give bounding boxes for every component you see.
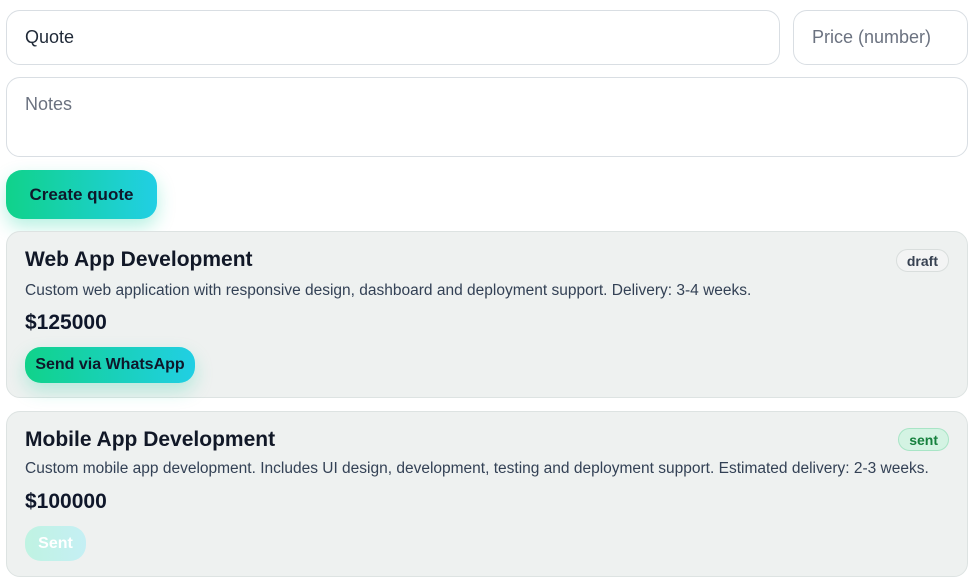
quote-title: Mobile App Development: [25, 428, 276, 451]
notes-placeholder: Notes: [25, 94, 73, 114]
status-badge: sent: [898, 428, 949, 451]
sent-label: Sent: [38, 534, 73, 552]
quote-card: Web App Development draft Custom web app…: [6, 231, 968, 398]
status-badge: draft: [895, 249, 949, 272]
quote-price: $100000: [25, 490, 107, 513]
quote-card: Mobile App Development sent Custom mobil…: [6, 411, 968, 577]
quote-price: $125000: [25, 311, 107, 334]
price-placeholder: Price (number): [812, 27, 932, 47]
quote-title-input[interactable]: Quote: [6, 10, 780, 65]
create-quote-label: Create quote: [29, 184, 134, 204]
quote-title: Web App Development: [25, 248, 253, 271]
price-input[interactable]: Price (number): [793, 10, 968, 65]
send-whatsapp-button[interactable]: Send via WhatsApp: [25, 347, 195, 383]
quote-description: Custom web application with responsive d…: [25, 282, 752, 299]
quote-title-value: Quote: [25, 27, 75, 47]
notes-textarea[interactable]: Notes: [6, 77, 968, 157]
sent-button[interactable]: Sent: [25, 526, 86, 561]
send-whatsapp-label: Send via WhatsApp: [35, 356, 185, 373]
quote-description: Custom mobile app development. Includes …: [25, 460, 929, 477]
create-quote-button[interactable]: Create quote: [6, 170, 157, 219]
